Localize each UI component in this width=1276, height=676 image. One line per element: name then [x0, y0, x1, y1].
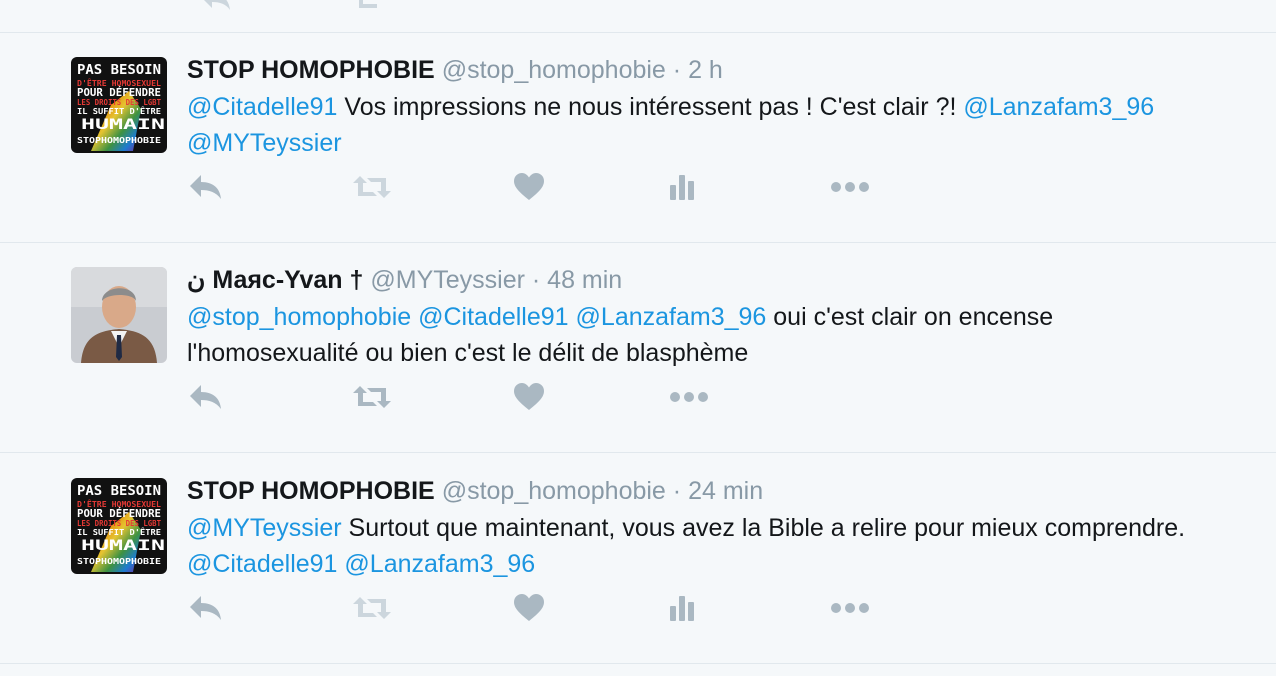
- more-icon[interactable]: [830, 593, 870, 623]
- previous-tweet-actions: [0, 0, 1276, 33]
- timestamp[interactable]: 24 min: [688, 477, 763, 505]
- username[interactable]: @MYTeyssier: [370, 266, 525, 294]
- tweet-header: ن Маяс-Yvan † @MYTeyssier · 48 min: [187, 264, 622, 296]
- tweet-text-segment: [569, 303, 576, 331]
- tweet-text: @Citadelle91 Vos impressions ne nous int…: [187, 89, 1187, 161]
- fullname[interactable]: Маяс-Yvan: [212, 266, 342, 294]
- avatar-text: HUMAIN: [81, 538, 165, 554]
- tweet[interactable]: ن Маяс-Yvan † @MYTeyssier · 48 min @stop_…: [0, 242, 1276, 453]
- mention-link[interactable]: @Citadelle91: [187, 550, 337, 578]
- timestamp[interactable]: 48 min: [547, 266, 622, 294]
- reply-icon[interactable]: [188, 382, 224, 412]
- more-icon[interactable]: [669, 382, 709, 412]
- avatar-text: STOPHOMOPHOBIE: [77, 557, 161, 566]
- avatar-text: LES DROITS DES LGBT: [77, 98, 161, 107]
- fullname[interactable]: STOP HOMOPHOBIE: [187, 477, 435, 505]
- separator: ·: [672, 56, 682, 84]
- mention-link[interactable]: @Citadelle91: [418, 303, 568, 331]
- more-icon[interactable]: [830, 172, 870, 202]
- username[interactable]: @stop_homophobie: [442, 56, 666, 84]
- mention-link[interactable]: @MYTeyssier: [187, 514, 342, 542]
- tweet-text: @stop_homophobie @Citadelle91 @Lanzafam3…: [187, 299, 1187, 371]
- retweet-icon[interactable]: [351, 593, 393, 623]
- reply-icon[interactable]: [200, 0, 232, 17]
- mention-link[interactable]: @stop_homophobie: [187, 303, 411, 331]
- avatar[interactable]: PAS BESOIN D'ÊTRE HOMOSEXUEL POUR DÉFENDRE…: [71, 57, 167, 153]
- username[interactable]: @stop_homophobie: [442, 477, 666, 505]
- analytics-icon[interactable]: [669, 593, 695, 623]
- avatar[interactable]: PAS BESOIN D'ÊTRE HOMOSEXUEL POUR DÉFENDRE…: [71, 478, 167, 574]
- avatar-text: PAS BESOIN: [77, 63, 161, 78]
- avatar-text: LES DROITS DES LGBT: [77, 519, 161, 528]
- avatar-text: IL SUFFIT D'ÊTRE: [77, 105, 161, 116]
- avatar-text: IL SUFFIT D'ÊTRE: [77, 526, 161, 537]
- fullname-prefix[interactable]: ن: [187, 266, 205, 294]
- tweet[interactable]: PAS BESOIN D'ÊTRE HOMOSEXUEL POUR DÉFENDRE…: [0, 453, 1276, 664]
- avatar-text: PAS BESOIN: [77, 484, 161, 499]
- avatar-text: STOPHOMOPHOBIE: [77, 136, 161, 145]
- mention-link[interactable]: @Lanzafam3_96: [344, 550, 535, 578]
- tweet-text-segment: Vos impressions ne nous intéressent pas …: [337, 93, 964, 121]
- analytics-icon[interactable]: [669, 172, 695, 202]
- like-icon[interactable]: [513, 172, 545, 202]
- like-icon[interactable]: [513, 593, 545, 623]
- fullname-suffix[interactable]: †: [350, 266, 364, 294]
- like-icon[interactable]: [513, 382, 545, 412]
- avatar-text: HUMAIN: [81, 117, 165, 133]
- tweet-header: STOP HOMOPHOBIE @stop_homophobie · 24 mi…: [187, 475, 763, 507]
- like-icon[interactable]: [517, 0, 543, 17]
- mention-link[interactable]: @Citadelle91: [187, 93, 337, 121]
- tweet-text-segment: Surtout que maintenant, vous avez la Bib…: [341, 514, 1186, 542]
- separator: ·: [531, 266, 541, 294]
- reply-icon[interactable]: [188, 172, 224, 202]
- mention-link[interactable]: @MYTeyssier: [187, 129, 342, 157]
- avatar[interactable]: [71, 267, 167, 363]
- mention-link[interactable]: @Lanzafam3_96: [963, 93, 1154, 121]
- retweet-icon[interactable]: [355, 0, 395, 17]
- mention-link[interactable]: @Lanzafam3_96: [576, 303, 767, 331]
- tweet[interactable]: PAS BESOIN D'ÊTRE HOMOSEXUEL POUR DÉFENDRE…: [0, 32, 1276, 243]
- retweet-icon[interactable]: [351, 382, 393, 412]
- separator: ·: [672, 477, 682, 505]
- reply-icon[interactable]: [188, 593, 224, 623]
- retweet-icon[interactable]: [351, 172, 393, 202]
- timestamp[interactable]: 2 h: [688, 56, 723, 84]
- tweet-text: @MYTeyssier Surtout que maintenant, vous…: [187, 510, 1187, 582]
- tweet-header: STOP HOMOPHOBIE @stop_homophobie · 2 h: [187, 54, 723, 86]
- fullname[interactable]: STOP HOMOPHOBIE: [187, 56, 435, 84]
